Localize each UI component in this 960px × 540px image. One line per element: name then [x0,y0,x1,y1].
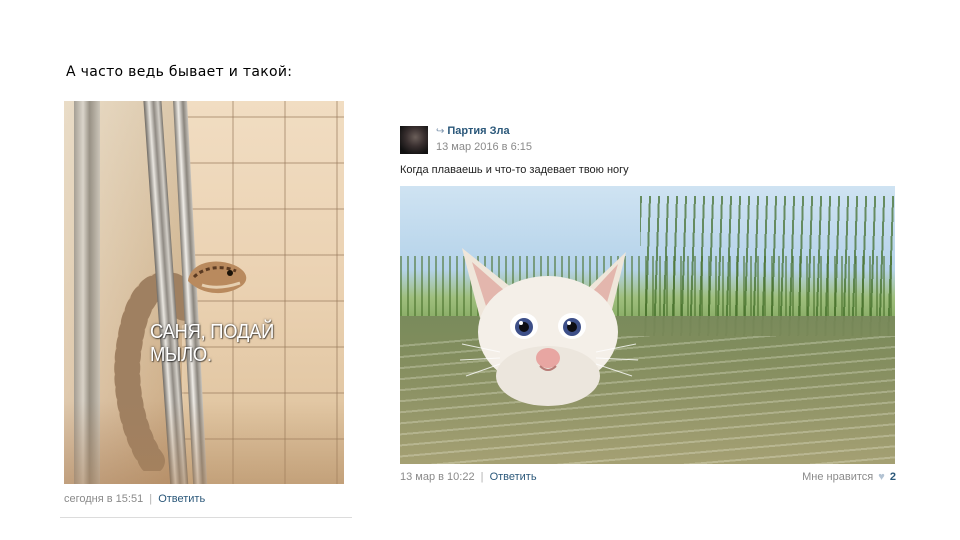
post-header: ↪ Партия Зла 13 мар 2016 в 6:15 [400,124,896,156]
post-date[interactable]: 13 мар 2016 в 6:15 [436,141,532,153]
post-footer: 13 мар в 10:22 | Ответить Мне нравится ♥… [400,471,896,487]
footer-separator: | [480,471,484,483]
like-button[interactable]: Мне нравится ♥ 2 [802,471,896,483]
cat-photo[interactable] [400,186,895,464]
snake-photo[interactable]: САНЯ, ПОДАЙ МЫЛО. [64,101,344,484]
like-label: Мне нравится [802,471,874,483]
cat-face [460,248,639,406]
reply-link[interactable]: Ответить [490,471,537,483]
divider [60,517,352,518]
footer-separator: | [149,493,153,505]
post-footer: сегодня в 15:51 | Ответить [64,493,346,505]
floor-shadow [64,401,344,484]
like-count: 2 [889,471,896,483]
post-timestamp[interactable]: 13 мар в 10:22 [400,471,475,483]
author-name[interactable]: Партия Зла [447,125,509,137]
reply-link[interactable]: Ответить [158,493,205,505]
heart-icon: ♥ [878,471,885,483]
repost-icon: ↪ [436,126,445,137]
post-timestamp[interactable]: сегодня в 15:51 [64,493,143,505]
post-text: Когда плаваешь и что-то задевает твою но… [400,164,629,176]
avatar[interactable] [400,126,428,154]
author-line: ↪ Партия Зла [436,125,510,137]
slide-heading: А часто ведь бывает и такой: [66,64,293,80]
snake-post: САНЯ, ПОДАЙ МЫЛО. сегодня в 15:51 | Отве… [60,101,352,518]
cat-post: ↪ Партия Зла 13 мар 2016 в 6:15 Когда пла… [400,124,896,487]
snake-head [188,261,247,294]
photo-caption: САНЯ, ПОДАЙ МЫЛО. [150,321,275,366]
